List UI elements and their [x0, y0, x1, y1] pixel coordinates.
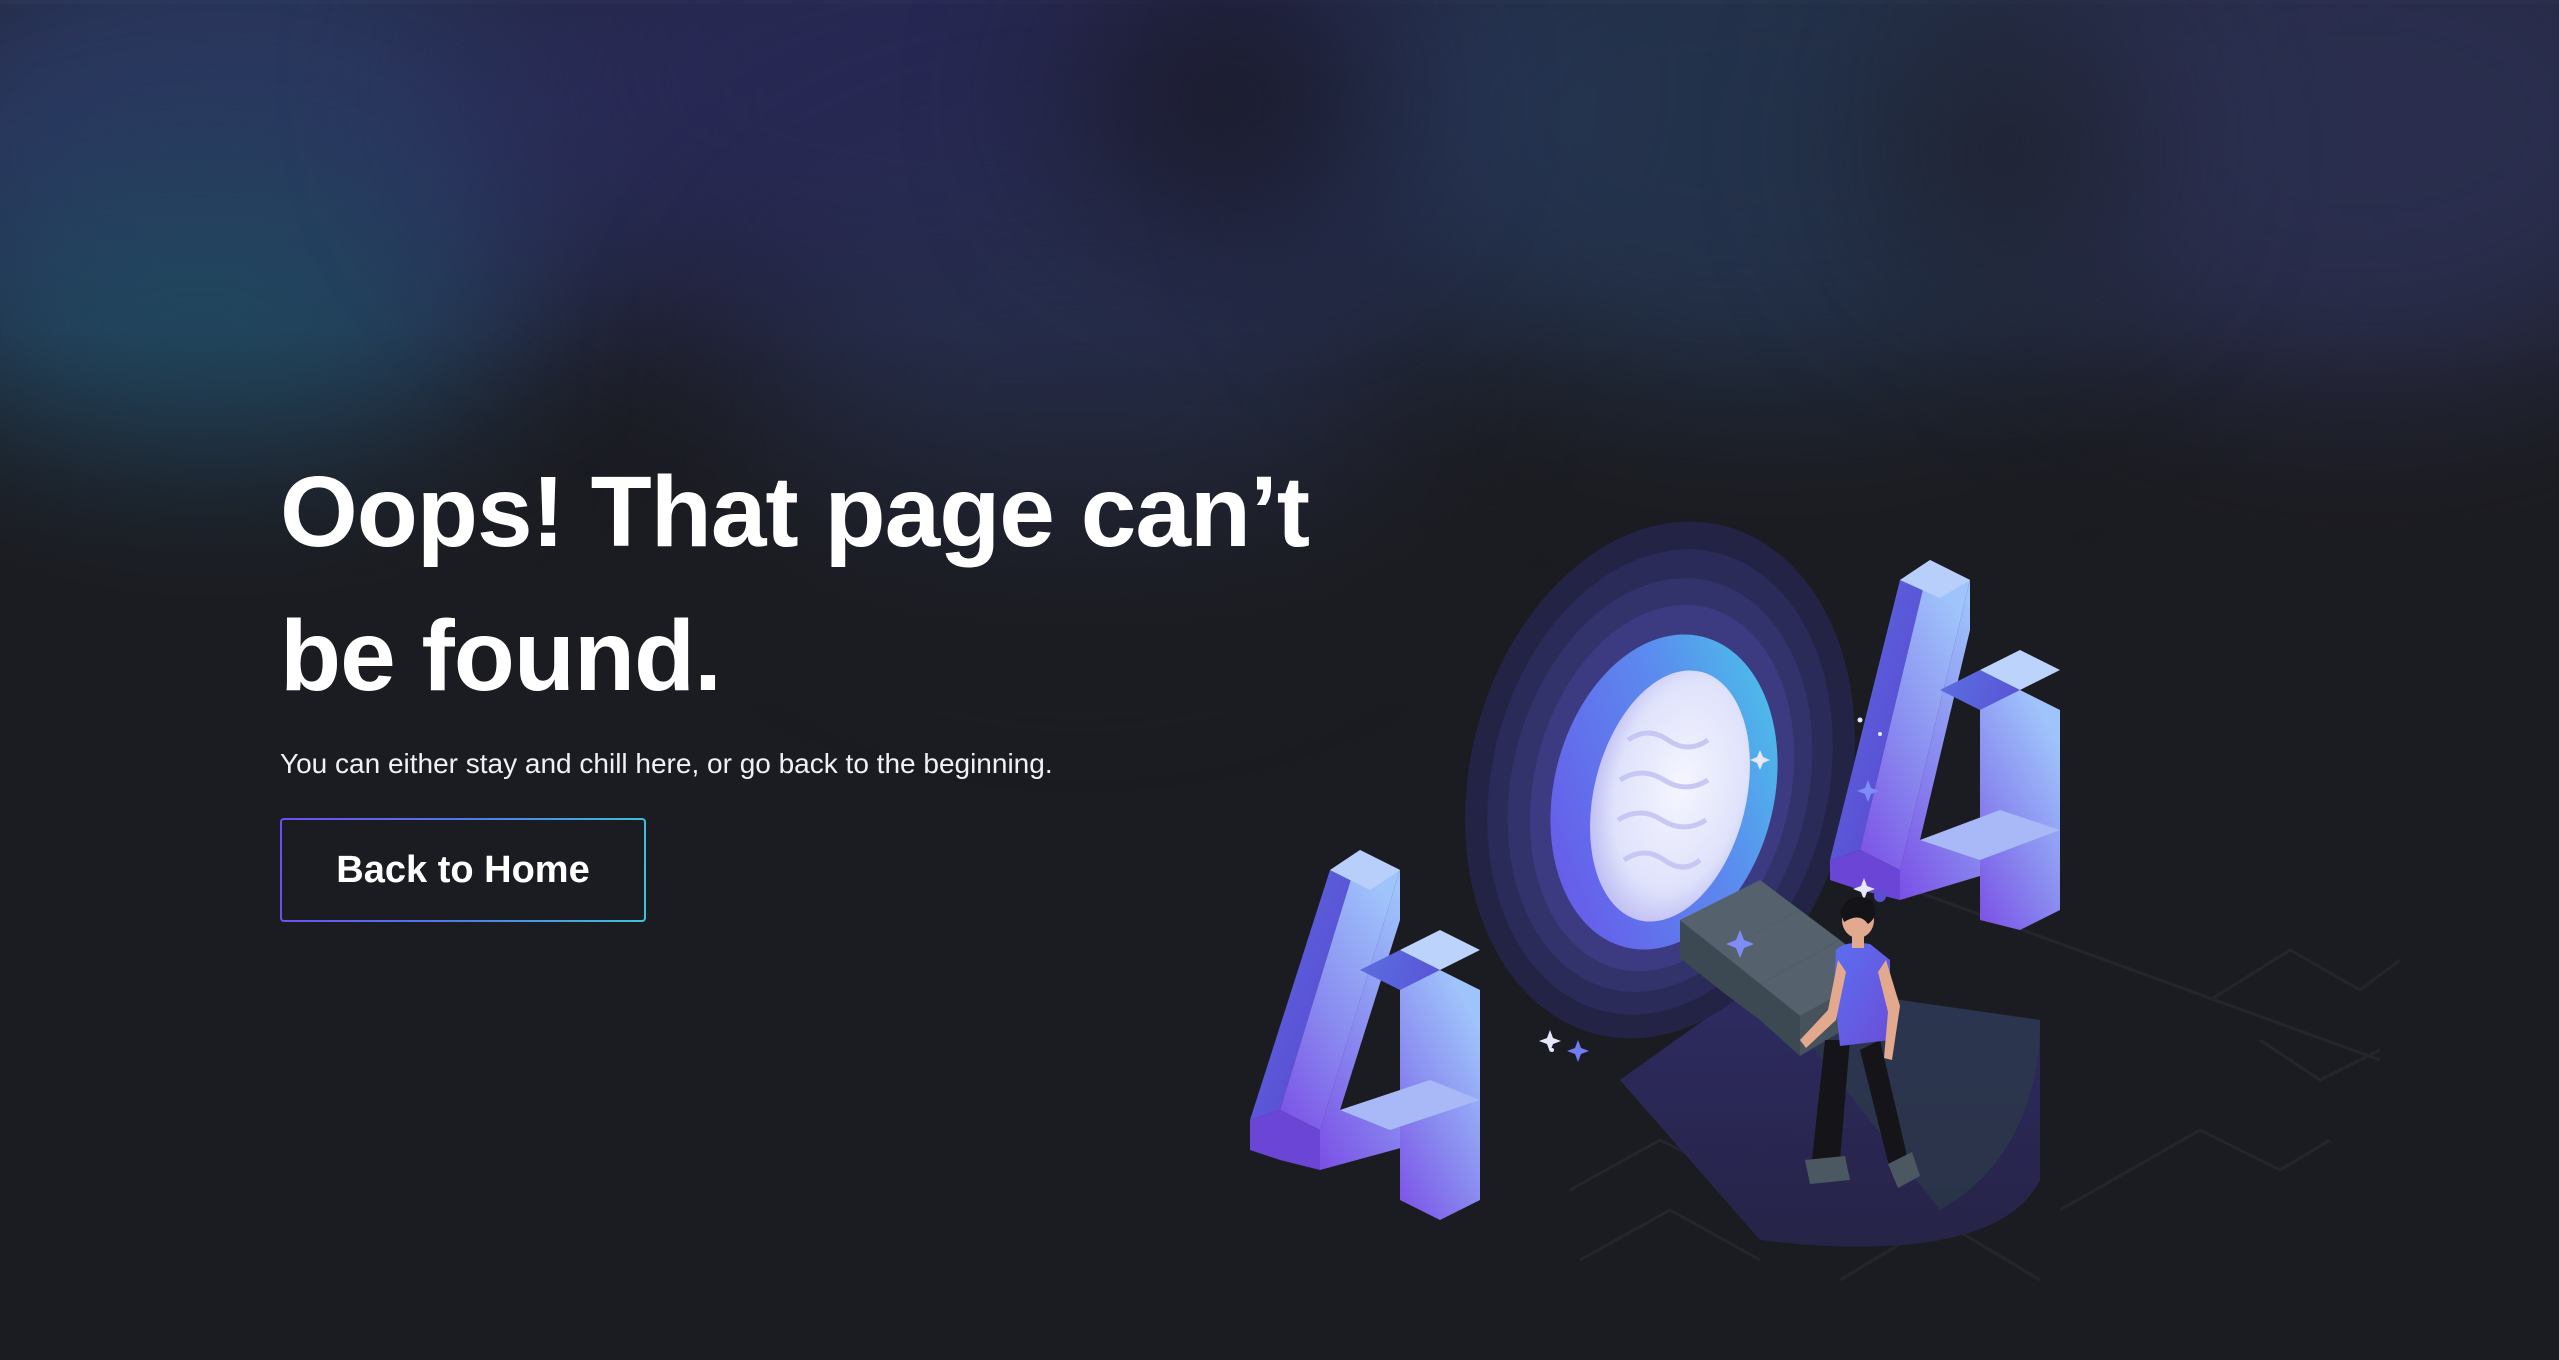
back-to-home-button[interactable]: Back to Home	[280, 818, 646, 922]
top-border	[0, 0, 2559, 4]
background-glow	[1880, 20, 2140, 280]
not-found-page: Oops! That page can’t be found. You can …	[0, 0, 2559, 1360]
digit-four-left	[1250, 850, 1480, 1220]
background-glow	[1080, 0, 1380, 220]
page-subtitle: You can either stay and chill here, or g…	[280, 748, 1053, 779]
background-glow	[460, 0, 1560, 360]
error-content: Oops! That page can’t be found. You can …	[280, 440, 1380, 922]
404-illustration	[1250, 521, 2401, 1282]
digit-four-right	[1830, 560, 2060, 930]
page-title: Oops! That page can’t be found.	[280, 456, 1310, 712]
